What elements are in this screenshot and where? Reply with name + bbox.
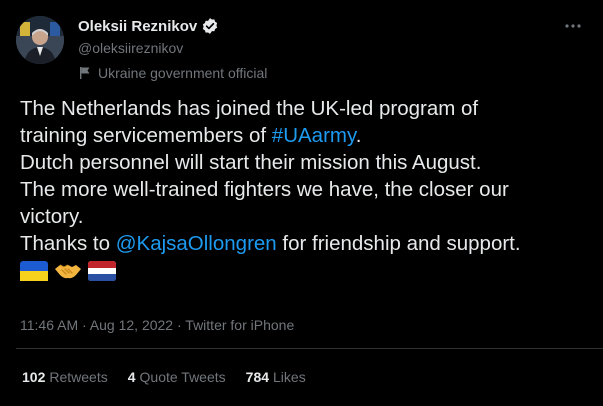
tweet-line: training servicemembers of #UAarmy. <box>20 122 595 149</box>
tweet-text: The Netherlands has joined the UK-led pr… <box>20 95 595 284</box>
tweet-date[interactable]: Aug 12, 2022 <box>90 317 173 333</box>
verified-badge-icon <box>201 17 219 35</box>
tweet-line: Thanks to @KajsaOllongren for friendship… <box>20 230 595 257</box>
meta-separator: · <box>173 317 186 333</box>
text-segment: The Netherlands has joined the UK-led pr… <box>20 97 479 120</box>
likes-stat[interactable]: 784 Likes <box>246 367 306 387</box>
tweet-line: victory. <box>20 203 595 230</box>
likes-count: 784 <box>245 369 270 385</box>
quote-tweets-count: 4 <box>127 369 136 385</box>
likes-label: Likes <box>273 369 306 385</box>
government-label[interactable]: Ukraine government official <box>78 64 267 82</box>
retweets-stat[interactable]: 102 Retweets <box>22 367 108 387</box>
handle[interactable]: @oleksiireznikov <box>78 38 267 58</box>
text-segment: The more well-trained fighters we have, … <box>20 178 509 201</box>
retweets-label: Retweets <box>49 369 108 385</box>
text-segment: Thanks to <box>20 232 116 255</box>
tweet-source[interactable]: Twitter for iPhone <box>185 317 294 333</box>
tweet-header: Oleksii Reznikov @oleksiireznikov Ukrain <box>16 14 587 84</box>
text-segment: training servicemembers of <box>20 124 272 147</box>
avatar[interactable] <box>16 16 64 64</box>
name-row: Oleksii Reznikov <box>78 16 267 36</box>
emoji-row <box>20 257 595 284</box>
tweet-meta: 11:46 AM · Aug 12, 2022 · Twitter for iP… <box>20 315 294 335</box>
divider <box>16 348 603 349</box>
mention-link[interactable]: @KajsaOllongren <box>116 232 277 255</box>
text-segment: Dutch personnel will start their mission… <box>20 151 482 174</box>
text-segment: victory. <box>20 205 84 228</box>
flag-icon <box>78 66 92 80</box>
meta-separator: · <box>78 317 90 333</box>
tweet-time[interactable]: 11:46 AM <box>20 317 78 333</box>
avatar-image <box>16 16 64 64</box>
quote-tweets-label: Quote Tweets <box>139 369 226 385</box>
text-segment: for friendship and support. <box>276 232 521 255</box>
flag-netherlands-icon <box>88 260 116 281</box>
government-label-text: Ukraine government official <box>98 65 268 81</box>
flag-ukraine-icon <box>20 260 48 281</box>
text-segment: . <box>355 124 362 147</box>
more-options-icon[interactable] <box>559 14 587 38</box>
author-identity: Oleksii Reznikov @oleksiireznikov Ukrain <box>78 16 267 82</box>
retweets-count: 102 <box>22 369 46 385</box>
tweet-line: The Netherlands has joined the UK-led pr… <box>20 95 595 122</box>
tweet-line: The more well-trained fighters we have, … <box>20 176 595 203</box>
tweet-stats: 102 Retweets 4 Quote Tweets 784 Likes <box>22 367 326 387</box>
tweet-line: Dutch personnel will start their mission… <box>20 149 595 176</box>
tweet: Oleksii Reznikov @oleksiireznikov Ukrain <box>0 0 603 406</box>
quote-tweets-stat[interactable]: 4 Quote Tweets <box>128 367 226 387</box>
display-name[interactable]: Oleksii Reznikov <box>78 18 197 35</box>
hashtag-link[interactable]: #UAarmy <box>272 124 356 147</box>
handshake-icon <box>54 261 82 281</box>
